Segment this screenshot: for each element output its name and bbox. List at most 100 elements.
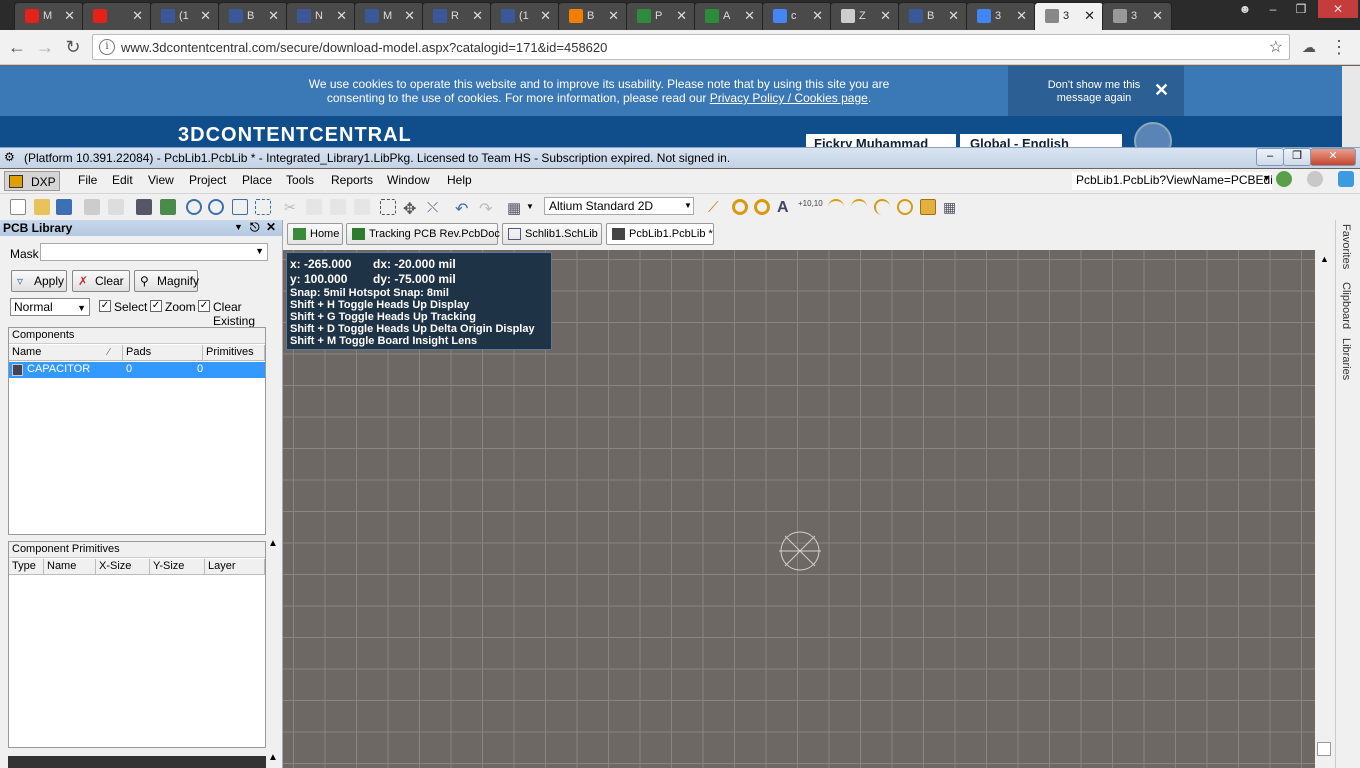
zoom-out-icon[interactable] [208,199,224,215]
array-paste-icon[interactable]: ▦ [943,199,959,215]
browser-tab[interactable]: (1 ✕ [490,2,560,30]
redo-icon[interactable]: ↷ [479,199,495,218]
place-fill-icon[interactable] [920,199,936,215]
url-input[interactable]: i www.3dcontentcentral.com/secure/downlo… [92,34,1290,60]
col-name[interactable]: Name [9,345,123,361]
view-mode-dropdown-icon[interactable]: ▼ [684,201,692,210]
tab-close-icon[interactable]: ✕ [1152,8,1163,24]
collapse-up-icon-2[interactable]: ▲ [268,752,278,763]
back-icon[interactable]: ← [6,36,28,58]
layers-icon[interactable] [136,199,152,215]
magnify-button[interactable]: ⚲ Magnify [134,270,199,292]
close-icon[interactable]: ✕ [1154,80,1169,101]
tab-close-icon[interactable]: ✕ [608,8,619,24]
page-scrollbar[interactable] [1342,66,1360,148]
back-nav-icon[interactable] [1276,171,1292,187]
tab-close-icon[interactable]: ✕ [1016,8,1027,24]
view-name-field[interactable]: PcbLib1.PcbLib?ViewName=PCBEditor [1072,172,1272,190]
new-icon[interactable] [10,199,26,215]
place-coordinate-icon[interactable]: +10,10 [798,199,823,215]
browser-tab[interactable]: A ✕ [694,2,764,30]
print-icon[interactable] [84,199,100,215]
paste-icon[interactable] [330,199,346,215]
copy-icon[interactable] [306,199,322,215]
tab-close-icon[interactable]: ✕ [404,8,415,24]
arc-edge-icon[interactable] [851,199,867,215]
tab-close-icon[interactable]: ✕ [472,8,483,24]
menu-edit[interactable]: Edit [112,173,133,187]
zoom-in-icon[interactable] [186,199,202,215]
menu-file[interactable]: File [78,173,97,187]
play-icon[interactable] [1134,122,1172,148]
browser-tab[interactable]: P ✕ [626,2,696,30]
tab-pcblib[interactable]: PcbLib1.PcbLib * [606,223,714,245]
tab-close-icon[interactable]: ✕ [540,8,551,24]
board-icon[interactable] [160,199,176,215]
tab-close-icon[interactable]: ✕ [200,8,211,24]
close-window-button[interactable]: ✕ [1318,0,1358,18]
select-area-icon[interactable] [380,199,396,215]
browser-tab[interactable]: B ✕ [218,2,288,30]
panel-menu-icon[interactable]: ▼ [234,222,243,232]
save-icon[interactable] [56,199,72,215]
mask-input[interactable]: ▼ [40,243,268,261]
info-icon[interactable]: i [99,39,115,55]
arc-any-angle-icon[interactable] [874,199,890,215]
browser-tab[interactable]: ✕ [82,2,152,30]
browser-tab[interactable]: M ✕ [354,2,424,30]
open-icon[interactable] [34,199,50,215]
region-select[interactable]: Global - English [960,134,1122,148]
browser-tab[interactable]: B ✕ [558,2,628,30]
tab-close-icon[interactable]: ✕ [268,8,279,24]
extension-icon[interactable]: ☁ [1298,36,1320,58]
tab-close-icon[interactable]: ✕ [880,8,891,24]
tab-close-icon[interactable]: ✕ [336,8,347,24]
menu-window[interactable]: Window [387,173,430,187]
chrome-menu-icon[interactable]: ⋮ [1328,36,1350,58]
menu-tools[interactable]: Tools [286,173,314,187]
reload-icon[interactable]: ↻ [62,36,84,58]
user-menu[interactable]: Fickry Muhammad [806,134,956,148]
col-x-size[interactable]: X-Size [96,559,150,575]
browser-tab[interactable]: 3 ✕ [1034,2,1104,30]
canvas-scrollbar[interactable]: ▲ [1315,250,1335,768]
col-type[interactable]: Type [9,559,44,575]
tab-close-icon[interactable]: ✕ [676,8,687,24]
col-primitives[interactable]: Primitives [203,345,265,361]
altium-restore-button[interactable]: ❐ [1283,148,1311,166]
forward-nav-icon[interactable] [1307,171,1323,187]
tab-clipboard[interactable]: Clipboard [1340,282,1352,329]
col-pads[interactable]: Pads [123,345,203,361]
clear-existing-checkbox[interactable]: ✓ [198,300,210,312]
menu-project[interactable]: Project [189,173,226,187]
browser-tab[interactable]: M ✕ [14,2,84,30]
col-prim-name[interactable]: Name [44,559,96,575]
tab-favorites[interactable]: Favorites [1340,224,1352,269]
tab-close-icon[interactable]: ✕ [744,8,755,24]
pin-icon[interactable]: ⎋ [250,220,260,235]
place-string-icon[interactable]: A [777,199,793,216]
place-line-icon[interactable]: ⟋ [708,199,724,216]
col-y-size[interactable]: Y-Size [150,559,205,575]
menu-reports[interactable]: Reports [331,173,373,187]
view-name-dropdown-icon[interactable]: ▼ [1262,173,1271,183]
rubber-stamp-icon[interactable] [354,199,370,215]
component-row[interactable]: CAPACITOR 0 0 [9,362,265,378]
tab-home[interactable]: Home [287,223,343,245]
zoom-area-icon[interactable] [232,199,248,215]
cross-select-icon[interactable]: ⤬ [427,199,443,215]
panel-close-icon[interactable]: ✕ [266,220,276,234]
profile-icon[interactable]: ☻ [1232,0,1258,18]
tab-close-icon[interactable]: ✕ [64,8,75,24]
privacy-policy-link[interactable]: Privacy Policy / Cookies page [710,91,868,105]
zoom-checkbox[interactable]: ✓ [150,300,162,312]
altium-close-button[interactable]: ✕ [1310,148,1356,166]
place-via-icon[interactable] [754,199,770,215]
tab-close-icon[interactable]: ✕ [812,8,823,24]
col-layer[interactable]: Layer [205,559,265,575]
zoom-selected-icon[interactable] [255,199,271,215]
grid-dropdown-icon[interactable]: ▼ [526,199,542,215]
scroll-up-icon[interactable]: ▲ [1320,254,1329,264]
browser-tab[interactable]: (1 ✕ [150,2,220,30]
grid-icon[interactable]: ▦ [507,199,523,217]
